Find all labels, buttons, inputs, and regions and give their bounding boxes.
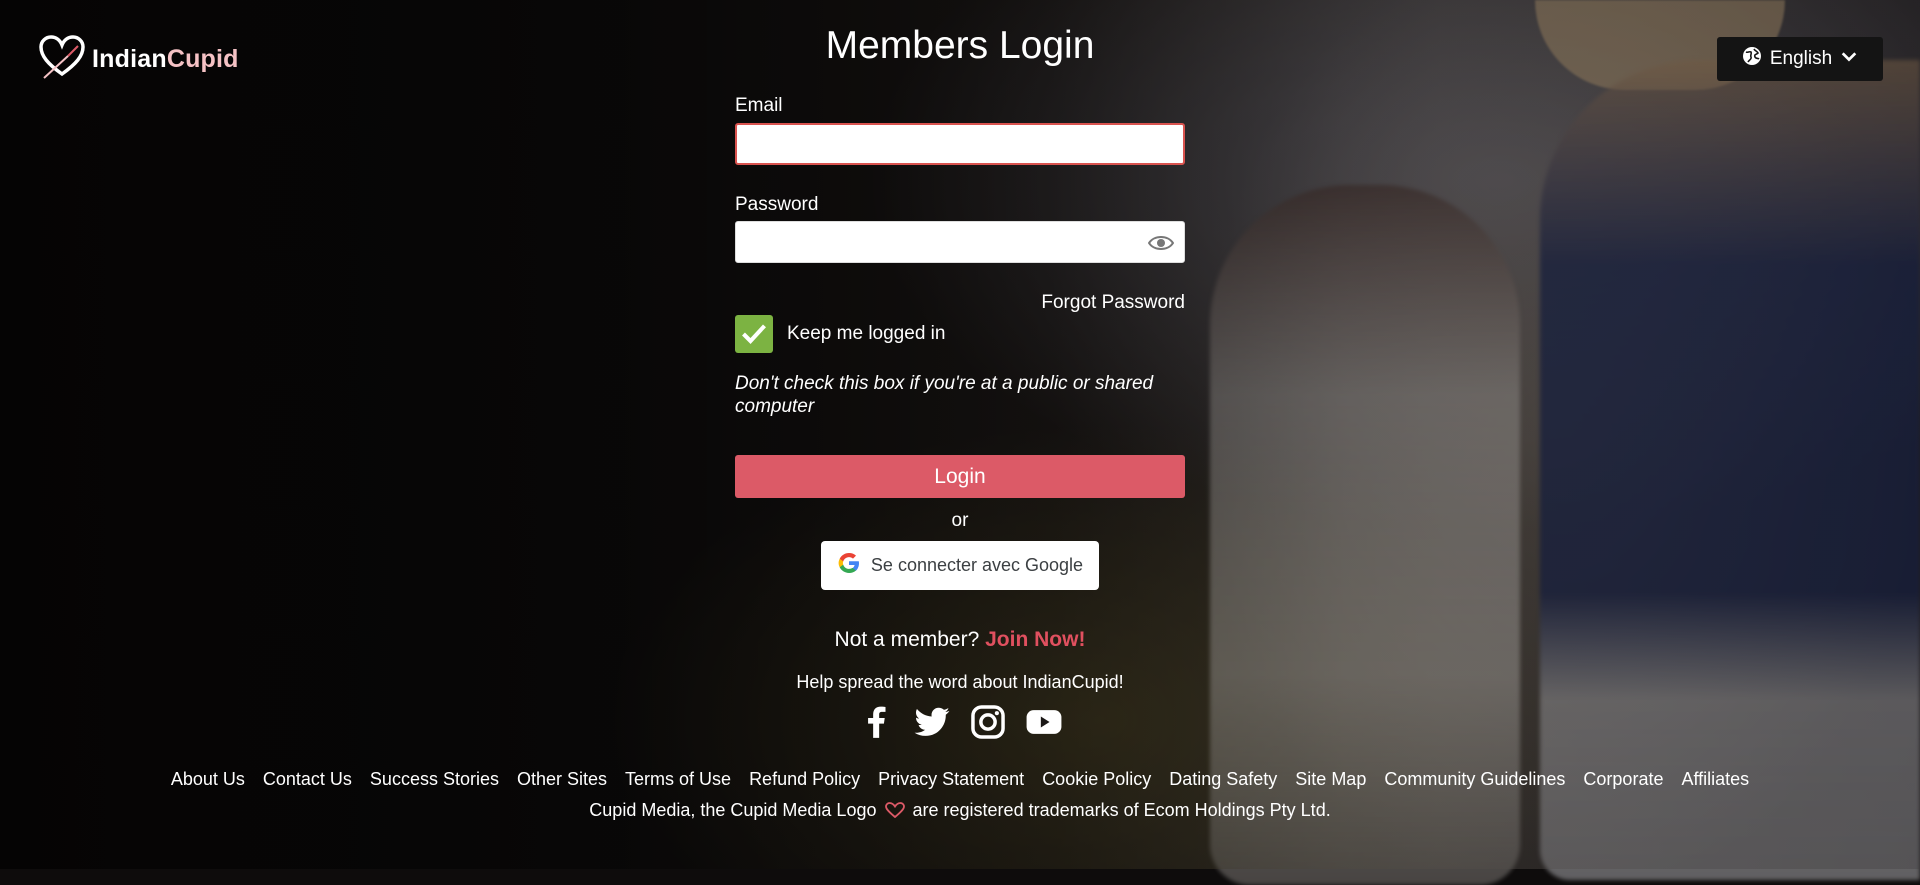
twitter-icon[interactable] <box>913 702 951 742</box>
google-button-label: Se connecter avec Google <box>870 555 1084 575</box>
trademark-text-part1: Cupid Media, the Cupid Media Logo <box>589 800 877 820</box>
cupid-media-heart-icon <box>882 800 913 820</box>
footer-link-success-stories[interactable]: Success Stories <box>370 769 499 790</box>
email-field[interactable] <box>737 125 1183 163</box>
logo-text-part2: Cupid <box>166 45 239 73</box>
footer-link-privacy-statement[interactable]: Privacy Statement <box>878 769 1024 790</box>
password-label: Password <box>735 194 819 215</box>
social-links <box>735 702 1185 742</box>
heart-arrow-logo-icon <box>38 34 86 85</box>
keep-logged-in-checkbox[interactable] <box>735 315 773 353</box>
footer-link-other-sites[interactable]: Other Sites <box>517 769 607 790</box>
trademark-notice: Cupid Media, the Cupid Media Logo are re… <box>0 800 1920 821</box>
globe-icon <box>1742 46 1762 72</box>
footer-link-site-map[interactable]: Site Map <box>1295 769 1366 790</box>
youtube-icon[interactable] <box>1025 702 1063 742</box>
footer-link-about-us[interactable]: About Us <box>171 769 245 790</box>
eye-icon[interactable] <box>1147 232 1175 254</box>
keep-logged-in-row: Keep me logged in <box>735 315 945 353</box>
footer-link-dating-safety[interactable]: Dating Safety <box>1169 769 1277 790</box>
checkmark-icon <box>742 324 767 344</box>
logo-text-part1: Indian <box>92 45 167 73</box>
forgot-password-link[interactable]: Forgot Password <box>1041 292 1185 314</box>
language-label: English <box>1769 48 1833 69</box>
password-field[interactable] <box>736 222 1184 262</box>
logo-text: IndianCupid <box>92 45 239 74</box>
page-title: Members Login <box>825 24 1095 67</box>
facebook-icon[interactable] <box>857 702 895 742</box>
google-icon <box>837 551 861 580</box>
email-field-wrapper <box>735 123 1185 165</box>
footer-link-terms-of-use[interactable]: Terms of Use <box>625 769 731 790</box>
or-divider: or <box>951 510 969 531</box>
join-now-link[interactable]: Join Now! <box>985 628 1085 651</box>
join-prompt: Not a member? Join Now! <box>735 628 1185 652</box>
email-label: Email <box>735 95 783 116</box>
google-signin-button[interactable]: Se connecter avec Google <box>821 541 1099 590</box>
keep-logged-in-label[interactable]: Keep me logged in <box>787 323 945 345</box>
footer-link-contact-us[interactable]: Contact Us <box>263 769 352 790</box>
site-logo[interactable]: IndianCupid <box>38 34 239 85</box>
footer-links: About Us Contact Us Success Stories Othe… <box>0 769 1920 790</box>
instagram-icon[interactable] <box>969 702 1007 742</box>
footer-link-corporate[interactable]: Corporate <box>1583 769 1663 790</box>
trademark-text-part2: are registered trademarks of Ecom Holdin… <box>912 800 1331 820</box>
not-member-text: Not a member? <box>834 628 980 651</box>
shared-computer-warning: Don't check this box if you're at a publ… <box>735 373 1154 417</box>
login-button[interactable]: Login <box>735 455 1185 498</box>
footer-link-community-guidelines[interactable]: Community Guidelines <box>1384 769 1565 790</box>
language-selector[interactable]: English <box>1717 37 1883 81</box>
chevron-down-icon <box>1840 47 1858 71</box>
footer-link-refund-policy[interactable]: Refund Policy <box>749 769 860 790</box>
password-field-wrapper <box>735 221 1185 263</box>
social-heading: Help spread the word about IndianCupid! <box>796 672 1124 692</box>
footer-link-affiliates[interactable]: Affiliates <box>1681 769 1749 790</box>
footer-link-cookie-policy[interactable]: Cookie Policy <box>1042 769 1151 790</box>
